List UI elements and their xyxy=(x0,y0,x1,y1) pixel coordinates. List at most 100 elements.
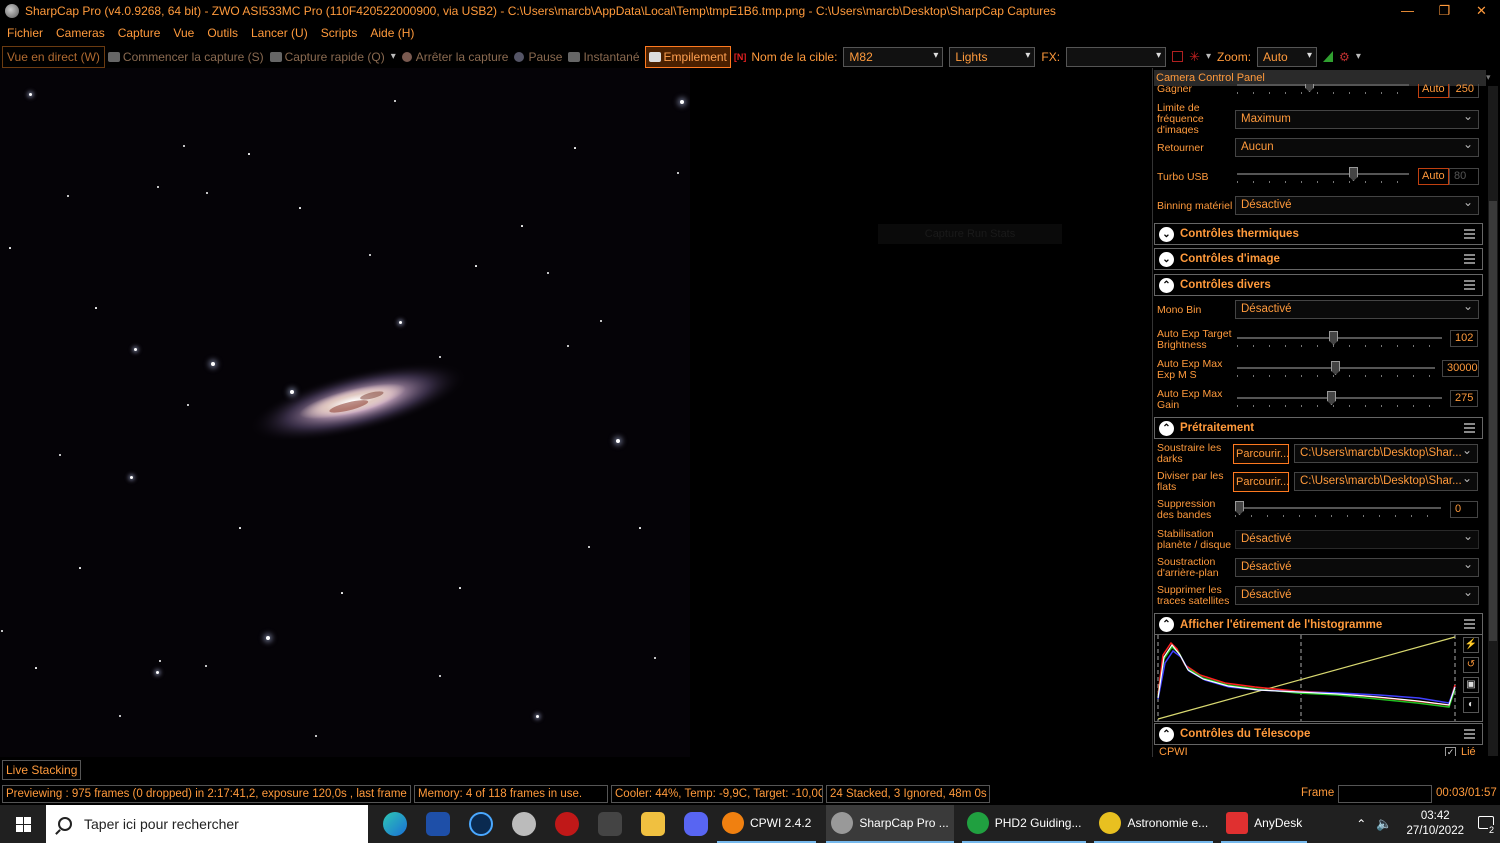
hamburger-menu-icon[interactable] xyxy=(1464,254,1475,264)
discord-icon[interactable] xyxy=(674,805,717,843)
section-telescope-controls[interactable]: ⌃ Contrôles du Télescope xyxy=(1154,723,1483,745)
file-explorer-icon[interactable] xyxy=(631,805,674,843)
zoom-select[interactable]: Auto xyxy=(1257,46,1318,67)
flip-select[interactable]: Aucun xyxy=(1235,136,1479,157)
app-blue-document-icon[interactable] xyxy=(416,805,459,843)
settings-button[interactable]: ⚙ xyxy=(1336,46,1353,68)
auto-exp-target-value[interactable]: 102 xyxy=(1450,330,1478,347)
darks-browse-button[interactable]: Parcourir... xyxy=(1233,444,1289,464)
live-view-button[interactable]: Vue en direct (W) xyxy=(2,45,105,68)
flats-path-select[interactable]: C:\Users\marcb\Desktop\Shar... xyxy=(1294,470,1478,491)
frame-type-select[interactable]: Lights xyxy=(949,46,1036,67)
fx-select[interactable] xyxy=(1066,46,1167,67)
quick-capture-button[interactable]: Capture rapide (Q) xyxy=(267,46,388,68)
histogram-button[interactable] xyxy=(1320,46,1336,68)
chevron-up-icon[interactable]: ⌃ xyxy=(1356,817,1366,831)
menu-lancer[interactable]: Lancer (U) xyxy=(251,26,308,40)
auto-exp-target-slider[interactable] xyxy=(1237,331,1442,349)
taskbar-app-phd2[interactable]: PHD2 Guiding... xyxy=(961,805,1087,843)
app-c-icon[interactable] xyxy=(459,805,502,843)
flip-label: Retourner xyxy=(1157,141,1204,154)
taskbar-app-cpwi[interactable]: CPWI 2.4.2 xyxy=(717,805,817,843)
auto-exp-max-exp-value[interactable]: 30000 xyxy=(1442,360,1479,377)
contrast-icon[interactable]: ◐ xyxy=(1463,697,1479,713)
star xyxy=(79,567,81,569)
menu-capture[interactable]: Capture xyxy=(118,26,161,40)
panel-scrollbar[interactable] xyxy=(1488,86,1498,756)
menu-vue[interactable]: Vue xyxy=(173,26,194,40)
telescope-select[interactable]: CPWI xyxy=(1159,747,1188,756)
volume-icon[interactable]: 🔈 xyxy=(1376,816,1392,832)
framerate-select[interactable]: Maximum xyxy=(1235,108,1479,129)
close-button[interactable]: ✕ xyxy=(1463,0,1500,22)
mono-bin-label: Mono Bin xyxy=(1157,303,1202,316)
app-weather-icon[interactable] xyxy=(502,805,545,843)
target-name-select[interactable]: M82 xyxy=(843,46,944,67)
quick-capture-dropdown[interactable]: ▾ xyxy=(388,46,399,68)
auto-exp-max-gain-value[interactable]: 275 xyxy=(1450,390,1478,407)
live-stacking-tab[interactable]: Live Stacking xyxy=(2,760,82,780)
hamburger-menu-icon[interactable] xyxy=(1464,229,1475,239)
darks-path-select[interactable]: C:\Users\marcb\Desktop\Shar... xyxy=(1294,442,1478,463)
section-misc-controls[interactable]: ⌃ Contrôles divers xyxy=(1154,274,1483,296)
hamburger-menu-icon[interactable] xyxy=(1464,729,1475,739)
notification-center-button[interactable]: 2 xyxy=(1474,805,1500,843)
start-button[interactable] xyxy=(0,805,46,843)
gain-slider[interactable] xyxy=(1237,84,1409,96)
save-icon[interactable]: ▣ xyxy=(1463,677,1479,693)
section-thermal-controls[interactable]: ⌄ Contrôles thermiques xyxy=(1154,223,1483,245)
focus-button[interactable]: ✳ xyxy=(1186,46,1203,68)
stacking-button[interactable]: Empilement xyxy=(644,45,731,68)
banding-slider[interactable] xyxy=(1235,501,1441,519)
focus-dropdown[interactable]: ▾ xyxy=(1203,46,1214,68)
menu-aide[interactable]: Aide (H) xyxy=(370,26,414,40)
menu-fichier[interactable]: Fichier xyxy=(7,26,43,40)
minimize-button[interactable]: — xyxy=(1389,0,1426,22)
image-viewer[interactable] xyxy=(0,68,690,757)
histogram-stretch-graph[interactable] xyxy=(1154,634,1483,722)
panel-pin-icon[interactable]: ▾ xyxy=(1486,72,1496,84)
flats-browse-button[interactable]: Parcourir... xyxy=(1233,472,1289,492)
section-preprocessing[interactable]: ⌃ Prétraitement xyxy=(1154,417,1483,439)
reticle-button[interactable] xyxy=(1169,46,1186,68)
taskbar-app-anydesk[interactable]: AnyDesk xyxy=(1221,805,1308,843)
binning-select[interactable]: Désactivé xyxy=(1235,194,1479,215)
app-star-icon[interactable] xyxy=(588,805,631,843)
satellites-select[interactable]: Désactivé xyxy=(1235,584,1479,605)
taskbar-search-box[interactable]: Taper ici pour rechercher xyxy=(46,805,368,843)
hamburger-menu-icon[interactable] xyxy=(1464,423,1475,433)
snapshot-button[interactable]: Instantané xyxy=(565,46,642,68)
taskbar-app-label: PHD2 Guiding... xyxy=(994,816,1082,830)
gain-auto-button[interactable]: Auto xyxy=(1418,84,1449,98)
hamburger-menu-icon[interactable] xyxy=(1464,619,1475,629)
section-histogram[interactable]: ⌃ Afficher l'étirement de l'histogramme xyxy=(1154,613,1483,635)
edge-icon[interactable] xyxy=(373,805,416,843)
section-image-controls[interactable]: ⌄ Contrôles d'image xyxy=(1154,248,1483,270)
gain-value[interactable]: 250 xyxy=(1449,84,1479,98)
background-select[interactable]: Désactivé xyxy=(1235,556,1479,577)
app-red-circle-icon[interactable] xyxy=(545,805,588,843)
mono-bin-select[interactable]: Désactivé xyxy=(1235,298,1479,319)
turbo-usb-slider[interactable] xyxy=(1237,167,1409,185)
auto-exp-max-exp-slider[interactable] xyxy=(1237,361,1435,379)
turbo-usb-auto-button[interactable]: Auto xyxy=(1418,168,1449,185)
telescope-linked-checkbox[interactable]: ✓ xyxy=(1445,747,1456,756)
banding-value[interactable]: 0 xyxy=(1450,501,1478,518)
menu-cameras[interactable]: Cameras xyxy=(56,26,105,40)
settings-dropdown[interactable]: ▾ xyxy=(1353,46,1364,68)
clock[interactable]: 03:42 27/10/2022 xyxy=(1406,809,1464,839)
menu-outils[interactable]: Outils xyxy=(207,26,238,40)
scrollbar-thumb[interactable] xyxy=(1489,201,1497,641)
taskbar-app-chrome[interactable]: Astronomie e... xyxy=(1094,805,1214,843)
start-capture-button[interactable]: Commencer la capture (S) xyxy=(105,46,267,68)
auto-stretch-icon[interactable]: ⚡ xyxy=(1463,637,1479,653)
taskbar-app-sharpcap[interactable]: SharpCap Pro ... xyxy=(826,805,954,843)
reset-icon[interactable]: ↺ xyxy=(1463,657,1479,673)
stop-capture-button[interactable]: Arrêter la capture xyxy=(399,46,512,68)
star xyxy=(290,390,294,394)
maximize-button[interactable]: ❐ xyxy=(1426,0,1463,22)
pause-button[interactable]: Pause xyxy=(511,46,565,68)
menu-scripts[interactable]: Scripts xyxy=(321,26,358,40)
hamburger-menu-icon[interactable] xyxy=(1464,280,1475,290)
auto-exp-max-gain-slider[interactable] xyxy=(1237,391,1442,409)
